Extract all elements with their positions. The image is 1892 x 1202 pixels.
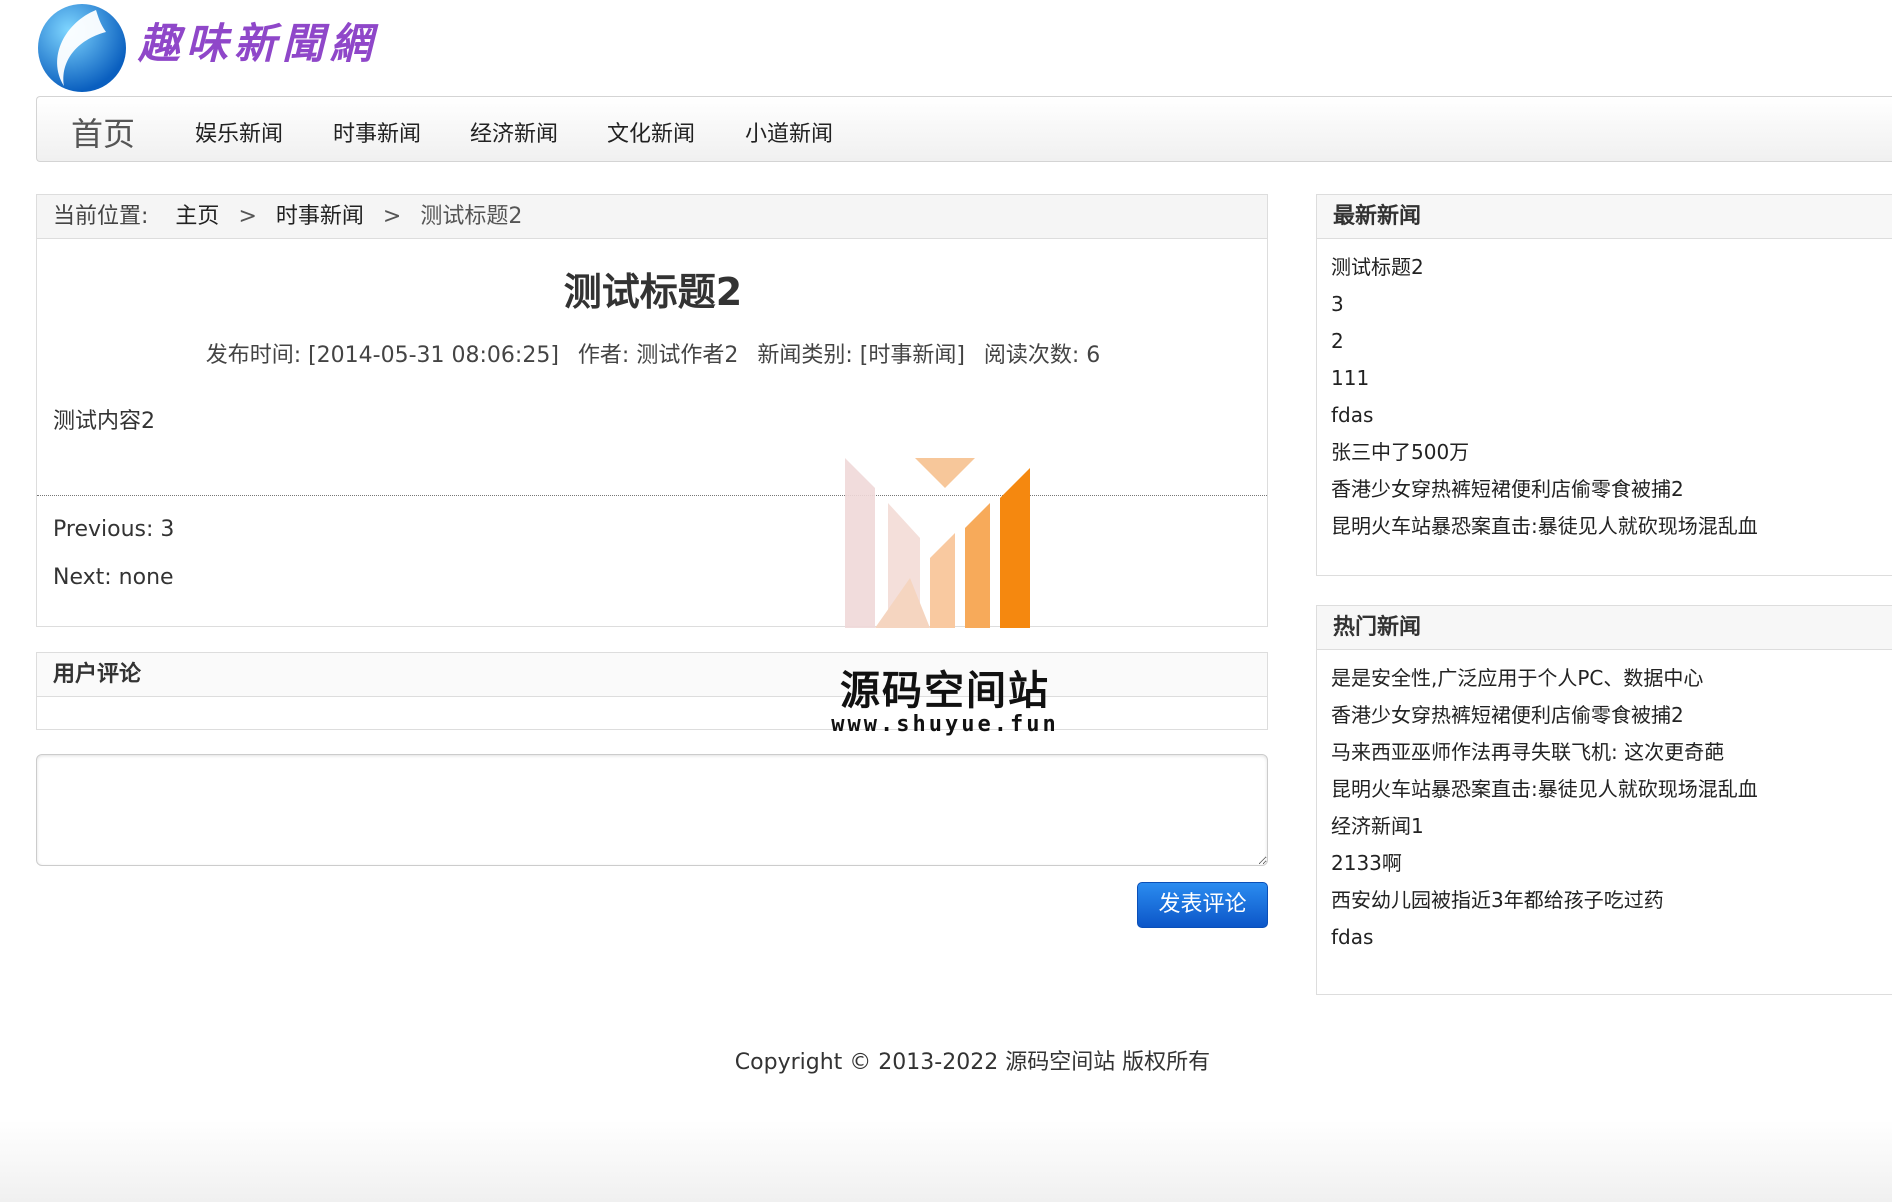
watermark-title: 源码空间站	[840, 668, 1050, 714]
hot-news-panel: 热门新闻 是是安全性,广泛应用于个人PC、数据中心 香港少女穿热裤短裙便利店偷零…	[1316, 605, 1892, 995]
nav-item-economy[interactable]: 经济新闻	[470, 116, 558, 148]
site-name[interactable]: 趣味新聞網	[138, 10, 378, 71]
comment-textarea[interactable]	[36, 754, 1268, 866]
hot-news-item[interactable]: 马来西亚巫师作法再寻失联飞机: 这次更奇葩	[1331, 734, 1892, 771]
hot-news-item[interactable]: 西安幼儿园被指近3年都给孩子吃过药	[1331, 882, 1892, 919]
site-logo[interactable]	[36, 2, 128, 94]
latest-news-panel: 最新新闻 测试标题2 3 2 111 fdas 张三中了500万 香港少女穿热裤…	[1316, 194, 1892, 576]
submit-comment-button[interactable]: 发表评论	[1137, 882, 1268, 928]
article-divider	[37, 495, 1267, 496]
latest-news-item[interactable]: 昆明火车站暴恐案直击:暴徒见人就砍现场混乱血	[1331, 508, 1892, 545]
footer-copyright: Copyright © 2013-2022 源码空间站 版权所有	[734, 1050, 1211, 1075]
hot-news-title: 热门新闻	[1317, 606, 1892, 650]
article-views: 阅读次数: 6	[983, 343, 1101, 368]
article-publish-time: 发布时间: [2014-05-31 08:06:25]	[205, 343, 559, 368]
previous-article-link[interactable]: 3	[160, 517, 174, 542]
latest-news-list: 测试标题2 3 2 111 fdas 张三中了500万 香港少女穿热裤短裙便利店…	[1317, 239, 1892, 545]
nav-item-culture[interactable]: 文化新闻	[607, 116, 695, 148]
previous-label: Previous:	[53, 517, 154, 542]
hot-news-item[interactable]: 是是安全性,广泛应用于个人PC、数据中心	[1331, 660, 1892, 697]
breadcrumb-current: 测试标题2	[420, 204, 523, 229]
breadcrumb: 当前位置: 主页 > 时事新闻 > 测试标题2	[37, 195, 1267, 239]
article-title: 测试标题2	[563, 270, 743, 314]
latest-news-item[interactable]: 111	[1331, 360, 1892, 397]
latest-news-item[interactable]: fdas	[1331, 397, 1892, 434]
hot-news-item[interactable]: 经济新闻1	[1331, 808, 1892, 845]
latest-news-title: 最新新闻	[1317, 195, 1892, 239]
next-article-row: Next: none	[53, 565, 174, 590]
hot-news-item[interactable]: 香港少女穿热裤短裙便利店偷零食被捕2	[1331, 697, 1892, 734]
next-label: Next:	[53, 565, 112, 590]
article-category: 新闻类别: [时事新闻]	[757, 343, 965, 368]
hot-news-item[interactable]: 2133啊	[1331, 845, 1892, 882]
latest-news-item[interactable]: 香港少女穿热裤短裙便利店偷零食被捕2	[1331, 471, 1892, 508]
breadcrumb-home-link[interactable]: 主页	[175, 204, 219, 229]
article-panel: 当前位置: 主页 > 时事新闻 > 测试标题2 测试标题2 发布时间: [201…	[36, 194, 1268, 627]
nav-item-gossip[interactable]: 小道新闻	[745, 116, 833, 148]
page-bottom-gradient	[0, 1120, 1892, 1202]
article-author: 作者: 测试作者2	[577, 343, 739, 368]
latest-news-item[interactable]: 3	[1331, 286, 1892, 323]
nav-item-current-affairs[interactable]: 时事新闻	[333, 116, 421, 148]
breadcrumb-separator: >	[382, 204, 402, 229]
latest-news-item[interactable]: 张三中了500万	[1331, 434, 1892, 471]
latest-news-item[interactable]: 2	[1331, 323, 1892, 360]
article-content: 测试内容2	[53, 409, 155, 434]
hot-news-item[interactable]: fdas	[1331, 919, 1892, 956]
watermark-url: www.shuyue.fun	[831, 712, 1059, 737]
main-navbar: 首页 娱乐新闻 时事新闻 经济新闻 文化新闻 小道新闻	[36, 96, 1892, 162]
breadcrumb-separator: >	[238, 204, 257, 229]
comments-panel: 用户评论	[36, 652, 1268, 730]
nav-item-entertainment[interactable]: 娱乐新闻	[195, 116, 283, 148]
watermark: 源码空间站 www.shuyue.fun	[830, 458, 1060, 748]
hot-news-list: 是是安全性,广泛应用于个人PC、数据中心 香港少女穿热裤短裙便利店偷零食被捕2 …	[1317, 650, 1892, 956]
latest-news-item[interactable]: 测试标题2	[1331, 249, 1892, 286]
watermark-logo-icon	[845, 458, 1030, 628]
previous-article-row: Previous: 3	[53, 517, 174, 542]
nav-home-link[interactable]: 首页	[71, 109, 135, 155]
breadcrumb-label: 当前位置:	[53, 204, 149, 229]
next-article-value: none	[118, 565, 174, 590]
breadcrumb-category-link[interactable]: 时事新闻	[276, 204, 364, 229]
article-meta: 发布时间: [2014-05-31 08:06:25] 作者: 测试作者2 新闻…	[37, 337, 1269, 369]
hot-news-item[interactable]: 昆明火车站暴恐案直击:暴徒见人就砍现场混乱血	[1331, 771, 1892, 808]
comments-title: 用户评论	[37, 653, 1267, 697]
